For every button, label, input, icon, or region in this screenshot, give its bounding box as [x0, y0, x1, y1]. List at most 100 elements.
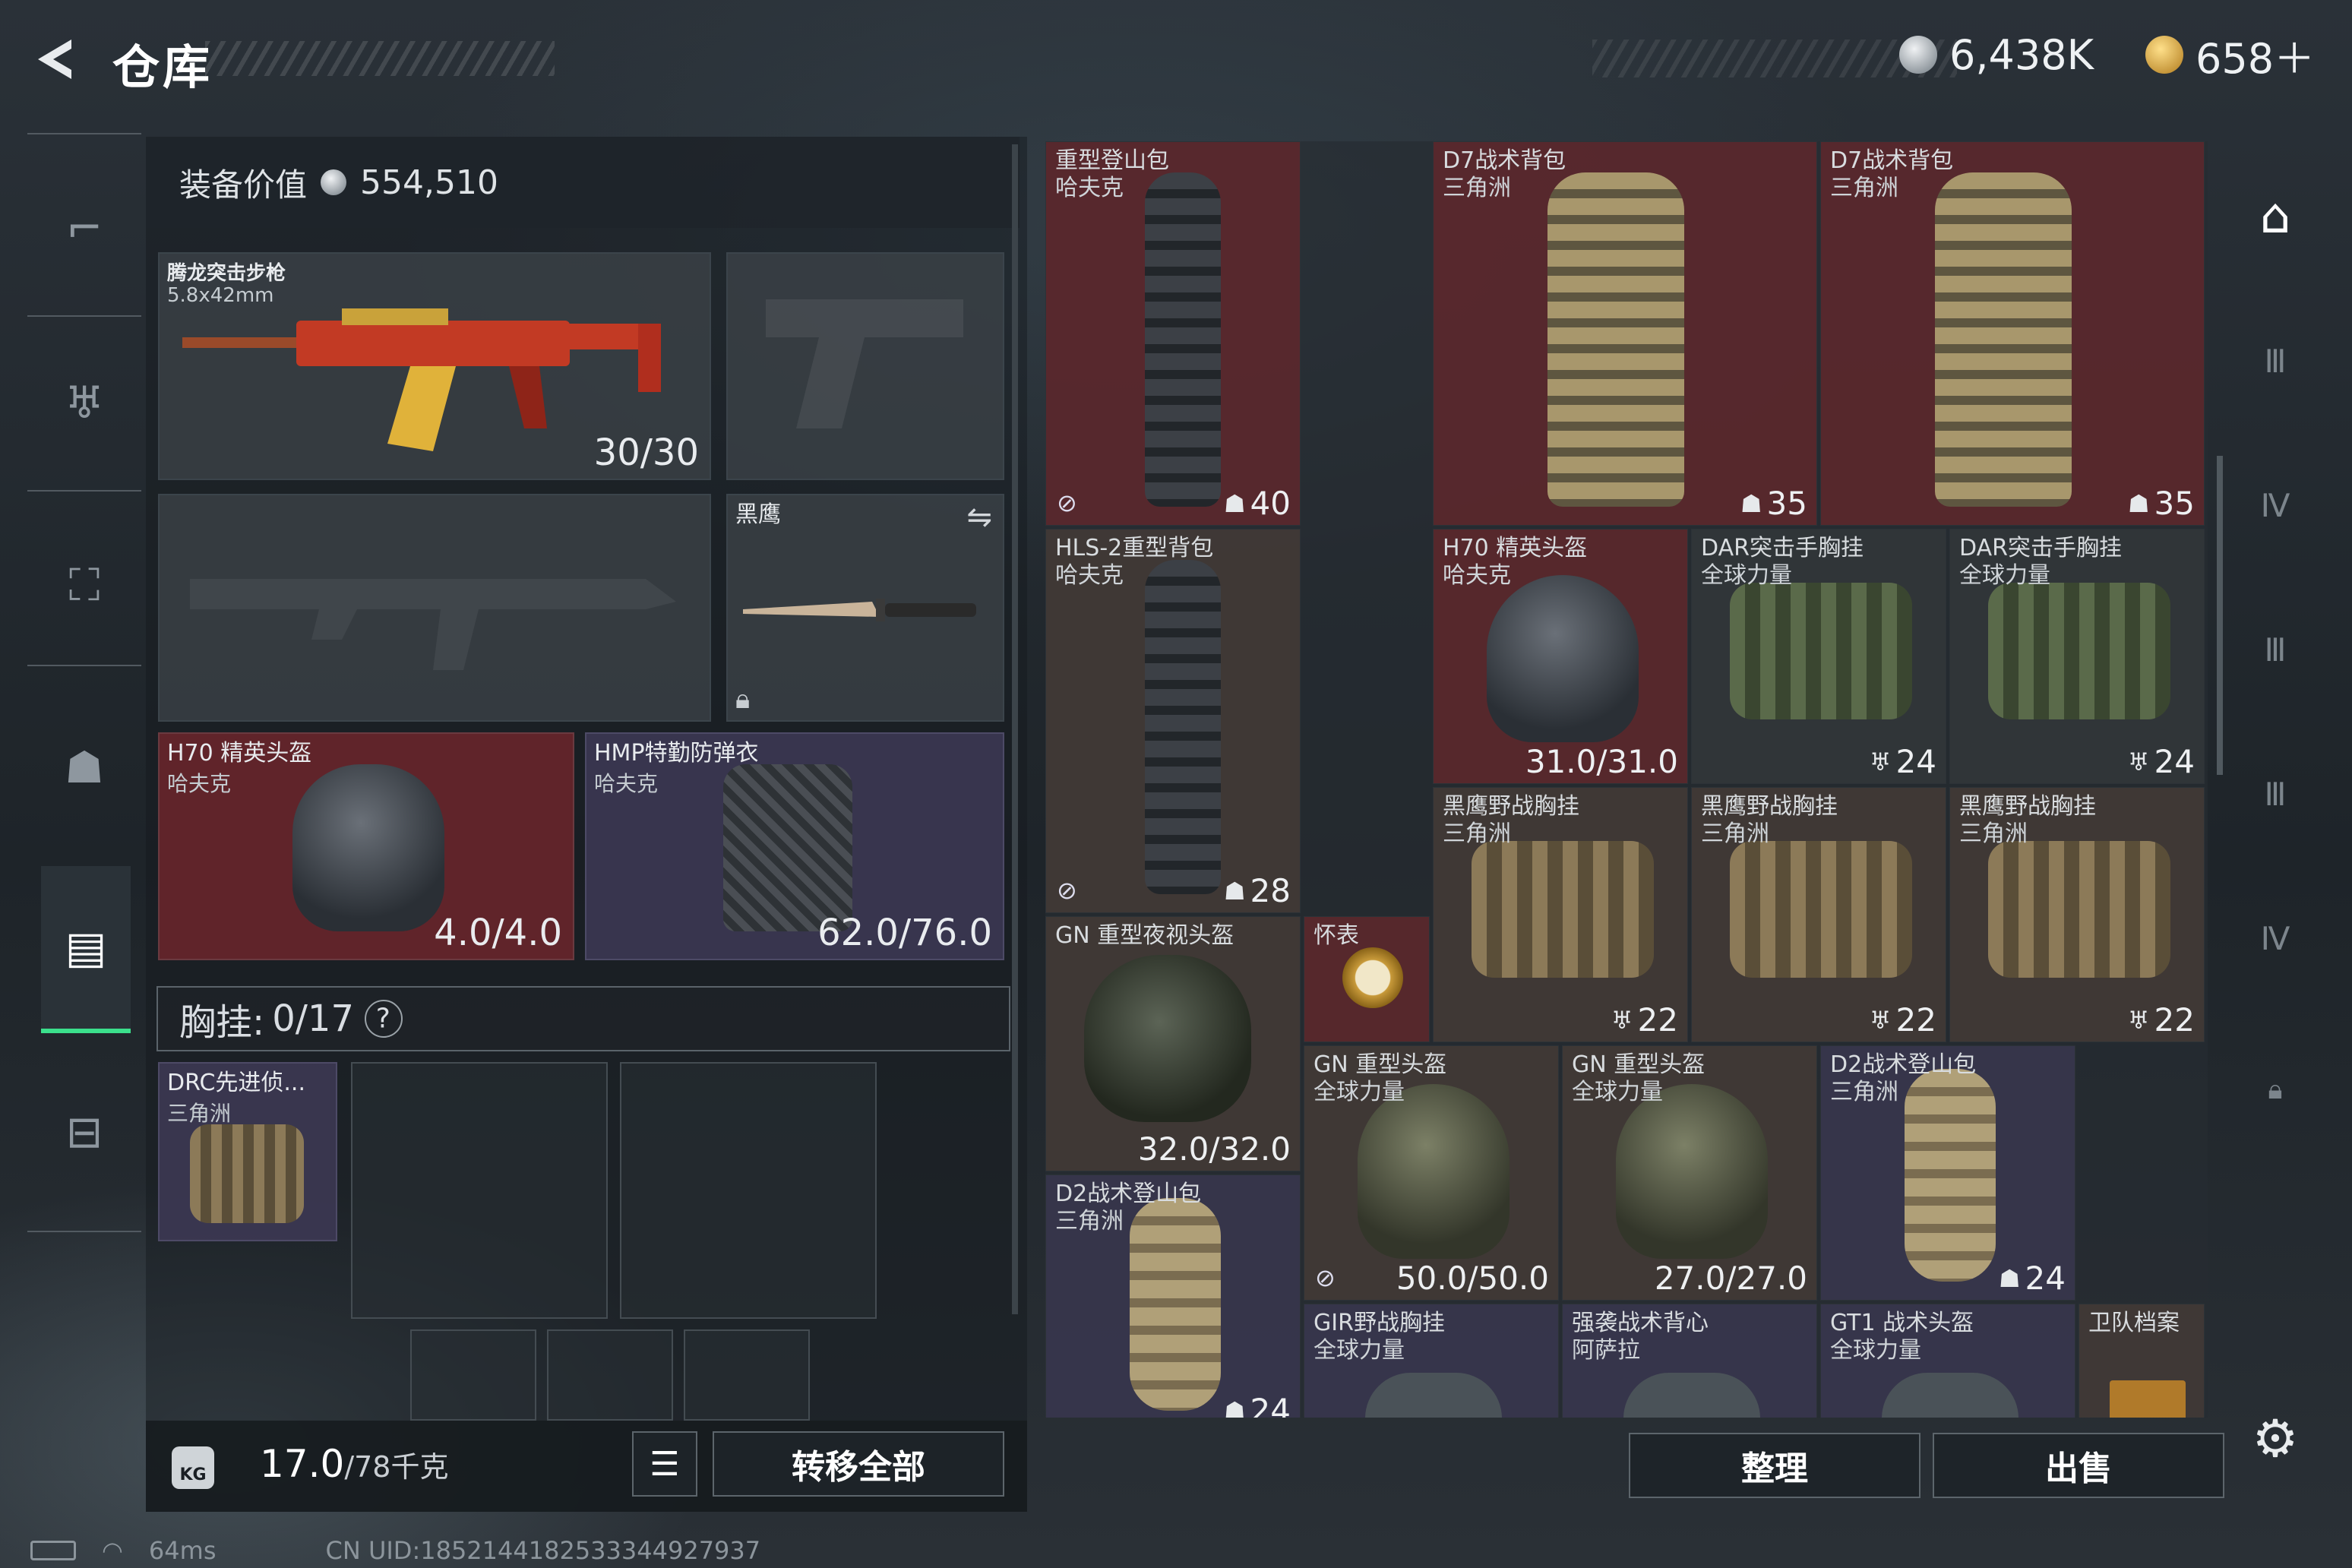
- storage-item-name: HLS-2重型背包: [1055, 535, 1214, 561]
- storage-item-count: ☗ 24: [1999, 1260, 2066, 1297]
- nav-storage-4b[interactable]: Ⅳ: [2241, 904, 2309, 972]
- nav-weapons[interactable]: ⌐: [43, 186, 126, 270]
- melee-slot[interactable]: 黑鹰 ⇋ 🔒︎: [726, 494, 1004, 722]
- settings-gear-icon[interactable]: ⚙: [2249, 1413, 2302, 1466]
- nav-storage-locked[interactable]: 🔒︎: [2241, 1056, 2309, 1124]
- storage-item[interactable]: 黑鹰野战胸挂 三角洲 ♅ 22: [1949, 787, 2205, 1042]
- storage-item[interactable]: H70 精英头盔 哈夫克 31.0/31.0: [1433, 529, 1688, 784]
- help-icon[interactable]: ?: [356, 991, 411, 1046]
- nav-storage-3c[interactable]: Ⅲ: [2241, 760, 2309, 828]
- storage-item[interactable]: DAR突击手胸挂 全球力量 ♅ 24: [1949, 529, 2205, 784]
- storage-item[interactable]: 重型登山包 哈夫克 ⊘ ☗ 40: [1045, 141, 1301, 526]
- wifi-icon: ◠: [102, 1536, 123, 1565]
- storage-item[interactable]: GT1 战术头盔 全球力量: [1820, 1304, 2075, 1418]
- currency-tokens-value: 658＋: [2196, 34, 2316, 83]
- sort-button[interactable]: 整理: [1629, 1433, 1920, 1498]
- storage-item-faction: 哈夫克: [1443, 562, 1511, 589]
- storage-item[interactable]: D2战术登山包 三角洲 ☗ 24: [1820, 1045, 2075, 1301]
- currency-coins[interactable]: 6,438K: [1899, 30, 2094, 79]
- storage-item-count-value: 31.0/31.0: [1525, 743, 1678, 780]
- nav-loadout[interactable]: ▤: [41, 866, 131, 1033]
- tier-four-icon: Ⅳ: [2260, 919, 2290, 957]
- carry-weight: 17.0/78千克: [260, 1442, 449, 1486]
- storage-item[interactable]: 怀表: [1304, 916, 1430, 1042]
- storage-item-count: ♅ 22: [1870, 1001, 1936, 1038]
- nav-storage-4a[interactable]: Ⅳ: [2241, 471, 2309, 539]
- nav-divider: [27, 1231, 141, 1232]
- storage-item-image: [1130, 1198, 1221, 1411]
- back-button[interactable]: [27, 32, 82, 87]
- storage-item[interactable]: 黑鹰野战胸挂 三角洲 ♅ 22: [1433, 787, 1688, 1042]
- pistol-placeholder-icon: [766, 299, 963, 428]
- storage-item[interactable]: D7战术背包 三角洲 ☗ 35: [1820, 141, 2205, 526]
- storage-item[interactable]: HLS-2重型背包 哈夫克 ⊘ ☗ 28: [1045, 529, 1301, 913]
- nav-backpacks[interactable]: ⛶: [43, 543, 126, 627]
- chest-rig-capacity-bar: 胸挂: 0/17 ?: [156, 986, 1010, 1051]
- briefcase-icon: ⊟: [65, 1106, 103, 1158]
- helmet-slot[interactable]: H70 精英头盔 哈夫克 4.0/4.0: [158, 732, 574, 960]
- equipment-scrollbar[interactable]: [1012, 144, 1018, 1314]
- helmet-image: [292, 764, 444, 931]
- backup-weapon-slot[interactable]: [158, 494, 711, 722]
- storage-item[interactable]: GN 重型夜视头盔 32.0/32.0: [1045, 916, 1301, 1171]
- capacity-icon: ☗: [1223, 488, 1246, 518]
- storage-item[interactable]: GN 重型头盔 全球力量 ⊘ 50.0/50.0: [1304, 1045, 1559, 1301]
- storage-item-faction: 哈夫克: [1055, 175, 1124, 201]
- list-view-button[interactable]: ☰: [632, 1431, 697, 1497]
- rig-icon: ♅: [2127, 747, 2150, 776]
- armor-durability: 62.0/76.0: [817, 912, 992, 954]
- capacity-icon: ☗: [1223, 876, 1246, 906]
- chest-rig-slot[interactable]: DRC先进侦... 三角洲: [158, 1062, 337, 1241]
- nav-rigs[interactable]: ♅: [43, 361, 126, 444]
- storage-item-name: D7战术背包: [1830, 147, 1954, 174]
- nav-briefcase[interactable]: ⊟: [43, 1090, 126, 1174]
- storage-item-count-value: 50.0/50.0: [1396, 1260, 1549, 1297]
- storage-item[interactable]: GN 重型头盔 全球力量 27.0/27.0: [1562, 1045, 1817, 1301]
- storage-item-name: GN 重型头盔: [1572, 1051, 1706, 1078]
- storage-item-name: GIR野战胸挂: [1314, 1310, 1445, 1336]
- swap-icon[interactable]: ⇋: [966, 500, 992, 535]
- rig-grid-slot[interactable]: [351, 1062, 608, 1319]
- nav-storage-main[interactable]: ⌂: [2241, 182, 2309, 251]
- rig-grid-slot[interactable]: [684, 1329, 810, 1421]
- rig-grid-slot[interactable]: [620, 1062, 877, 1319]
- storage-item-name: 强袭战术背心: [1572, 1310, 1709, 1336]
- storage-item-image: [1935, 172, 2072, 507]
- nav-storage-3a[interactable]: Ⅲ: [2241, 327, 2309, 395]
- storage-item-image: [1145, 560, 1221, 894]
- storage-item-faction: 三角洲: [1959, 820, 2028, 847]
- left-nav: ⌐ ♅ ⛶ ☗ ▤ ⊟: [27, 133, 141, 1234]
- armor-slot[interactable]: HMP特勤防弹衣 哈夫克 62.0/76.0: [585, 732, 1004, 960]
- storage-item[interactable]: GIR野战胸挂 全球力量: [1304, 1304, 1559, 1418]
- armor-name: HMP特勤防弹衣: [594, 740, 759, 767]
- storage-item-count-value: 22: [2154, 1001, 2195, 1038]
- rig-grid-slot[interactable]: [547, 1329, 673, 1421]
- primary-weapon-slot[interactable]: 腾龙突击步枪 5.8x42mm 30/30: [158, 252, 711, 480]
- storage-item-image: [1988, 583, 2170, 719]
- storage-item[interactable]: 黑鹰野战胸挂 三角洲 ♅ 22: [1691, 787, 1946, 1042]
- storage-item[interactable]: 强袭战术背心 阿萨拉: [1562, 1304, 1817, 1418]
- nav-bags[interactable]: ☗: [43, 726, 126, 809]
- nav-storage-3b[interactable]: Ⅲ: [2241, 615, 2309, 684]
- transfer-all-button[interactable]: 转移全部: [713, 1431, 1004, 1497]
- rig-grid-slot[interactable]: [410, 1329, 536, 1421]
- storage-item-image: [1358, 1084, 1510, 1259]
- equipment-panel: 装备价值 554,510 腾龙突击步枪 5.8x42mm 30/30 黑鹰 ⇋: [146, 137, 1027, 1421]
- sell-button[interactable]: 出售: [1933, 1433, 2224, 1498]
- capacity-icon: ☗: [1740, 488, 1762, 518]
- storage-item[interactable]: DAR突击手胸挂 全球力量 ♅ 24: [1691, 529, 1946, 784]
- storage-item-count: ♅ 24: [1870, 743, 1936, 780]
- storage-item[interactable]: 卫队档案: [2079, 1304, 2205, 1418]
- storage-item[interactable]: D2战术登山包 三角洲 ☗ 24: [1045, 1174, 1301, 1418]
- storage-scrollbar[interactable]: [2217, 456, 2223, 775]
- nav-divider: [27, 665, 141, 666]
- secondary-weapon-slot[interactable]: [726, 252, 1004, 480]
- nav-divider: [27, 490, 141, 492]
- storage-item-faction: 三角洲: [1701, 820, 1769, 847]
- storage-item-count: 31.0/31.0: [1525, 743, 1678, 780]
- no-insurance-icon: ⊘: [1057, 876, 1077, 905]
- storage-item[interactable]: D7战术背包 三角洲 ☗ 35: [1433, 141, 1817, 526]
- currency-tokens[interactable]: 658＋: [2145, 30, 2315, 83]
- storage-item-image: [1487, 575, 1639, 742]
- storage-item-count: ♅ 22: [2128, 1001, 2195, 1038]
